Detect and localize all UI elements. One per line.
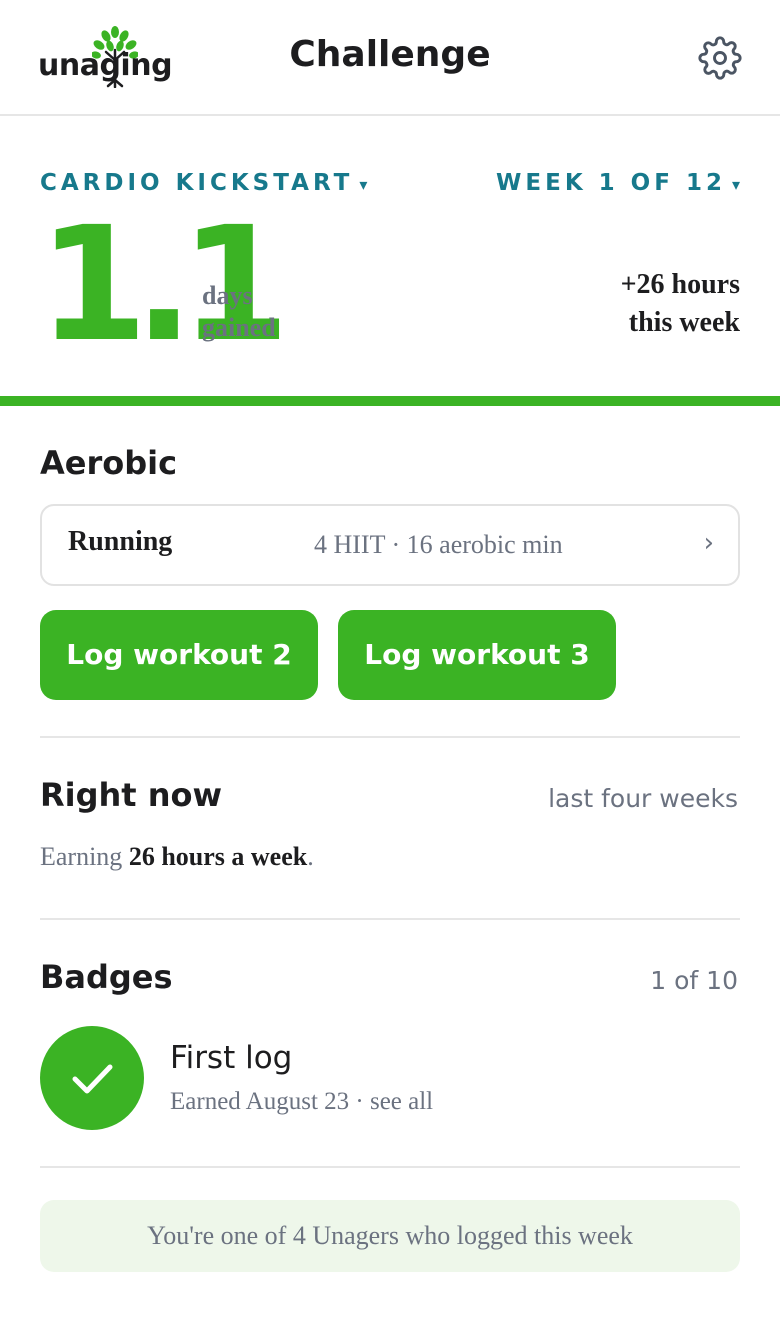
days-label: days xyxy=(202,281,253,310)
progress-divider xyxy=(0,396,780,406)
workout-detail: 4 HIIT · 16 aerobic min xyxy=(314,530,563,559)
earning-prefix: Earning xyxy=(40,842,129,871)
earning-summary: Earning 26 hours a week. xyxy=(40,842,314,872)
workout-name: Running xyxy=(68,526,173,557)
divider xyxy=(40,736,740,738)
log-workout-2-button[interactable]: Log workout 2 xyxy=(40,610,318,700)
badge-earned-info: Earned August 23 · see all xyxy=(170,1088,433,1116)
hours-value: +26 hours xyxy=(620,269,740,300)
badge-title: First log xyxy=(170,1040,293,1076)
see-all-link[interactable]: see all xyxy=(370,1088,433,1115)
caret-down-icon: ▾ xyxy=(359,175,368,194)
period-label: last four weeks xyxy=(548,784,738,813)
badge-earned-date: Earned August 23 xyxy=(170,1088,350,1115)
aerobic-heading: Aerobic xyxy=(40,444,178,482)
gained-label: gained xyxy=(202,313,276,342)
app-header: unaging Challenge xyxy=(0,0,780,116)
gear-icon[interactable] xyxy=(698,36,742,80)
caret-down-icon: ▾ xyxy=(731,175,740,194)
log-workout-3-button[interactable]: Log workout 3 xyxy=(338,610,616,700)
badge-first-log[interactable] xyxy=(40,1026,144,1130)
earning-suffix: . xyxy=(307,842,314,871)
hours-period: this week xyxy=(628,307,740,338)
workout-card-running[interactable]: Running 4 HIIT · 16 aerobic min › xyxy=(40,504,740,586)
divider xyxy=(40,918,740,920)
right-now-heading: Right now xyxy=(40,776,223,814)
days-gained-label: days gained xyxy=(202,280,276,344)
page-title: Challenge xyxy=(289,34,491,75)
chevron-right-icon: › xyxy=(703,528,714,558)
divider xyxy=(40,1166,740,1168)
week-selector[interactable]: WEEK 1 OF 12 ▾ xyxy=(496,170,740,196)
community-note: You're one of 4 Unagers who logged this … xyxy=(40,1200,740,1272)
checkmark-icon xyxy=(72,1064,113,1094)
week-label: WEEK 1 OF 12 xyxy=(496,170,726,196)
separator: · xyxy=(349,1088,370,1115)
badges-heading: Badges xyxy=(40,958,173,996)
badges-count: 1 of 10 xyxy=(650,966,738,995)
hours-this-week: +26 hours this week xyxy=(621,266,740,342)
earning-value: 26 hours a week xyxy=(128,842,308,871)
